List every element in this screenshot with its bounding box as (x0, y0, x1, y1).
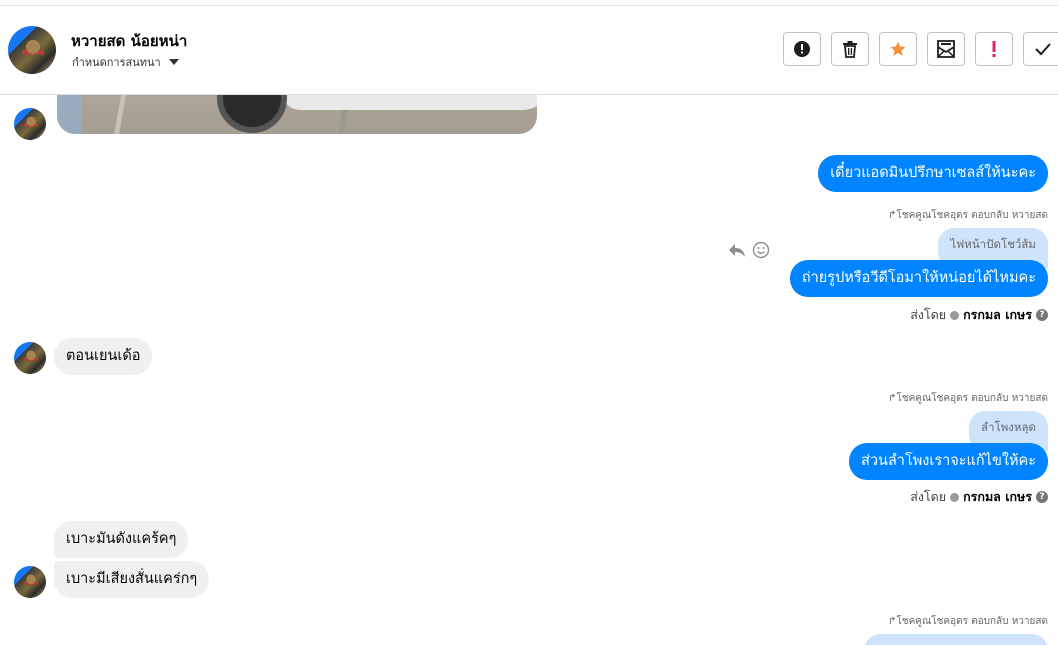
message-hover-actions (728, 241, 770, 259)
incoming-message[interactable]: ตอนเยนเด้อ (54, 338, 153, 375)
emoji-reaction-icon[interactable] (752, 241, 770, 259)
reply-icon[interactable] (728, 242, 746, 258)
quoted-message[interactable] (864, 634, 1048, 645)
sent-by-line: ส่งโดย กรกมล เกษร ? (910, 487, 1048, 507)
image-attachment[interactable] (57, 95, 537, 134)
mark-unread-button[interactable] (927, 32, 965, 66)
contact-avatar[interactable] (8, 26, 56, 74)
outgoing-message[interactable]: ถ่ายรูปหรือวีดีโอมาให้หน่อยได้ไหมคะ (789, 260, 1048, 297)
sent-by-line: ส่งโดย กรกมล เกษร ? (910, 305, 1048, 325)
delete-button[interactable] (831, 32, 869, 66)
alert-circle-icon (794, 41, 810, 57)
outgoing-message[interactable]: เดี๋ยวแอดมินปรึกษาเซลส์ให้นะคะ (818, 155, 1048, 192)
agent-status-icon (950, 492, 960, 502)
check-icon (1035, 43, 1051, 56)
mark-done-button[interactable] (1023, 32, 1058, 66)
star-icon (890, 41, 906, 56)
conversation-settings-dropdown[interactable]: กำหนดการสนทนา (72, 53, 179, 71)
message-thread[interactable]: เดี๋ยวแอดมินปรึกษาเซลส์ให้นะคะ ↱โชคคูณโช… (0, 95, 1058, 645)
conversation-settings-label: กำหนดการสนทนา (72, 56, 161, 69)
contact-name[interactable]: หวายสด น้อยหน่า (71, 29, 187, 53)
help-icon[interactable]: ? (1036, 491, 1048, 503)
contact-avatar-small[interactable] (14, 566, 46, 598)
incoming-message[interactable]: เบาะมันดังแคร้คๆ (54, 521, 189, 558)
caret-down-icon (168, 59, 179, 65)
contact-avatar-small[interactable] (14, 342, 46, 374)
sender-name[interactable]: กรกมล เกษร (963, 487, 1032, 507)
mark-unread-icon (937, 40, 955, 58)
help-icon[interactable]: ? (1036, 309, 1048, 321)
spam-button[interactable] (975, 32, 1013, 66)
incoming-message[interactable]: เบาะมีเสียงสั่นแคร่กๆ (54, 561, 210, 598)
trash-icon (843, 41, 857, 58)
outgoing-message[interactable]: ส่วนลำโพงเราจะแก้ไขให้คะ (849, 443, 1048, 480)
agent-status-icon (950, 310, 960, 320)
conversation-header: หวายสด น้อยหน่า กำหนดการสนทนา (0, 6, 1058, 95)
report-button[interactable] (783, 32, 821, 66)
star-button[interactable] (879, 32, 917, 66)
reply-note: ↱โชคคูณโชคอุดร ตอบกลับ หวายสด (888, 616, 1048, 627)
exclamation-icon (992, 41, 996, 57)
sender-name[interactable]: กรกมล เกษร (963, 305, 1032, 325)
reply-note: ↱โชคคูณโชคอุดร ตอบกลับ หวายสด (888, 393, 1048, 404)
reply-note: ↱โชคคูณโชคอุดร ตอบกลับ หวายสด (888, 210, 1048, 221)
contact-avatar-small[interactable] (14, 108, 46, 140)
